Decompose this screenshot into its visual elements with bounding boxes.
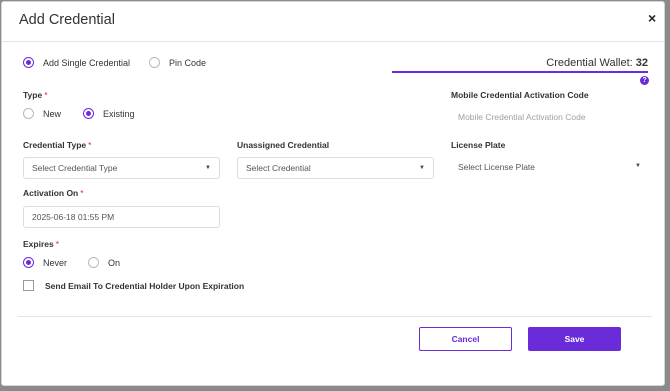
required-mark: *	[88, 140, 92, 150]
activation-on-label: Activation On *	[23, 188, 84, 198]
credential-wallet-count: 32	[635, 57, 648, 69]
activation-on-input[interactable]: 2025-06-18 01:55 PM	[23, 206, 220, 228]
radio-pin-code[interactable]: Pin Code	[149, 57, 206, 68]
credential-type-value: Select Credential Type	[32, 163, 118, 173]
radio-indicator	[88, 257, 99, 268]
unassigned-credential-value: Select Credential	[246, 163, 311, 173]
chevron-down-icon: ▼	[205, 165, 211, 171]
send-email-label: Send Email To Credential Holder Upon Exp…	[45, 281, 245, 291]
help-icon[interactable]: ?	[640, 76, 649, 85]
mobile-activation-input[interactable]: Mobile Credential Activation Code	[452, 107, 648, 127]
add-credential-dialog: Add Credential × Add Single Credential P…	[1, 1, 665, 386]
license-plate-value: Select License Plate	[458, 162, 536, 172]
type-label: Type *	[23, 90, 48, 100]
credential-wallet-label: Credential Wallet:	[546, 57, 633, 69]
header-divider	[2, 41, 664, 42]
dialog-title: Add Credential	[19, 12, 115, 28]
radio-indicator	[83, 108, 94, 119]
radio-indicator	[23, 257, 34, 268]
save-button[interactable]: Save	[528, 327, 621, 351]
radio-expires-on[interactable]: On	[88, 257, 120, 268]
license-plate-select[interactable]: Select License Plate ▼	[452, 156, 649, 178]
footer-divider	[18, 316, 652, 317]
expires-label: Expires *	[23, 239, 60, 249]
close-icon[interactable]: ×	[648, 10, 656, 26]
radio-label: New	[43, 108, 62, 119]
credential-type-select[interactable]: Select Credential Type ▼	[23, 157, 220, 179]
credential-wallet: Credential Wallet: 32	[392, 57, 648, 73]
required-mark: *	[80, 188, 84, 198]
radio-label: Pin Code	[169, 57, 207, 68]
radio-label: Existing	[103, 108, 135, 119]
radio-indicator	[23, 57, 34, 68]
required-mark: *	[55, 239, 60, 249]
chevron-down-icon: ▼	[635, 163, 641, 169]
radio-type-new[interactable]: New	[23, 108, 61, 119]
credential-type-label: Credential Type *	[23, 140, 92, 150]
mobile-activation-label: Mobile Credential Activation Code	[451, 90, 589, 100]
radio-type-existing[interactable]: Existing	[83, 108, 135, 119]
radio-label: On	[108, 257, 121, 268]
license-plate-label: License Plate	[451, 140, 506, 150]
radio-indicator	[23, 108, 34, 119]
radio-label: Add Single Credential	[43, 57, 131, 68]
unassigned-credential-select[interactable]: Select Credential ▼	[237, 157, 434, 179]
send-email-checkbox[interactable]	[23, 280, 34, 291]
radio-add-single-credential[interactable]: Add Single Credential	[23, 57, 130, 68]
radio-expires-never[interactable]: Never	[23, 257, 67, 268]
unassigned-credential-label: Unassigned Credential	[237, 140, 330, 150]
radio-label: Never	[43, 257, 68, 268]
radio-indicator	[149, 57, 160, 68]
chevron-down-icon: ▼	[419, 165, 425, 171]
cancel-button[interactable]: Cancel	[419, 327, 512, 351]
required-mark: *	[44, 90, 48, 100]
